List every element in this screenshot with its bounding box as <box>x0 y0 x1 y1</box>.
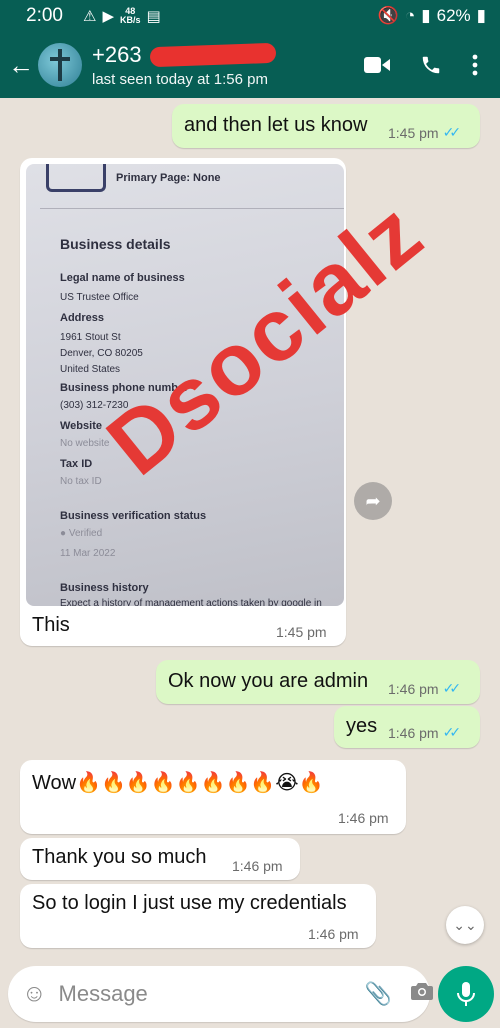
contact-name: +263 <box>92 42 142 67</box>
message-time: 1:45 pm <box>276 624 327 640</box>
attachment-icon[interactable]: 📎 <box>365 981 392 1007</box>
message-text: Wow🔥🔥🔥🔥🔥🔥🔥🔥😭🔥 <box>32 772 324 794</box>
contact-info[interactable]: +263 last seen today at 1:56 pm <box>92 42 364 88</box>
scroll-down-icon[interactable]: ⌄⌄ <box>446 906 484 944</box>
chat-area[interactable]: and then let us know 1:45 pm ✓✓ Primary … <box>0 98 500 960</box>
chat-header: ← +263 last seen today at 1:56 pm <box>0 32 500 98</box>
camera-icon[interactable] <box>410 981 434 1007</box>
message-text: So to login I just use my credentials <box>32 892 347 914</box>
message-bubble-incoming[interactable]: Thank you so much 1:46 pm <box>20 838 300 880</box>
message-time: 1:46 pm <box>232 858 283 874</box>
message-text: Ok now you are admin <box>168 670 369 692</box>
back-arrow-icon[interactable]: ← <box>0 50 38 81</box>
read-receipt-icon: ✓✓ <box>442 124 462 140</box>
message-time: 1:46 pm <box>338 810 389 826</box>
warning-icon: ⚠ <box>82 8 97 25</box>
read-receipt-icon: ✓✓ <box>442 724 462 740</box>
emoji-icon[interactable]: ☺ <box>22 980 47 1008</box>
voice-call-icon[interactable] <box>420 54 442 76</box>
mic-button[interactable] <box>438 966 494 1022</box>
status-time: 2:00 <box>26 5 63 26</box>
video-call-notification-icon: ▶ <box>102 8 114 25</box>
microphone-icon <box>457 982 475 1006</box>
contact-avatar[interactable] <box>38 43 82 87</box>
message-input[interactable] <box>58 981 347 1007</box>
message-time: 1:46 pm <box>388 724 439 741</box>
message-time: 1:46 pm <box>308 926 359 942</box>
forward-icon[interactable]: ➦ <box>354 482 392 520</box>
message-bubble-outgoing[interactable]: Ok now you are admin 1:46 pm ✓✓ <box>156 660 480 704</box>
message-text: yes <box>346 715 378 737</box>
battery-percentage: 62% <box>436 6 471 25</box>
image-notification-icon: ▤ <box>146 8 161 25</box>
signal-icon: ▮ <box>421 6 431 25</box>
message-bubble-incoming[interactable]: So to login I just use my credentials 1:… <box>20 884 376 948</box>
last-seen: last seen today at 1:56 pm <box>92 71 268 88</box>
message-text: Thank you so much <box>32 846 207 868</box>
video-call-icon[interactable] <box>364 56 390 74</box>
read-receipt-icon: ✓✓ <box>442 680 462 696</box>
image-caption: This <box>32 614 70 636</box>
message-time: 1:45 pm <box>388 124 439 141</box>
status-bar: 2:00 ⚠ ▶ 48 KB/s ▤ 🔇 ◔ ▮ 62% ▮ <box>0 0 500 32</box>
more-options-icon[interactable] <box>472 54 478 76</box>
battery-icon: ▮ <box>476 6 486 25</box>
redaction-mark <box>149 42 276 68</box>
message-field: ☺ 📎 <box>8 966 433 1022</box>
message-time: 1:46 pm <box>388 680 439 697</box>
mute-icon: 🔇 <box>377 6 399 25</box>
message-bubble-outgoing[interactable]: and then let us know 1:45 pm ✓✓ <box>172 104 480 148</box>
network-speed: 48 KB/s <box>119 6 141 25</box>
message-bubble-outgoing[interactable]: yes 1:46 pm ✓✓ <box>334 706 480 748</box>
wifi-icon: ◔ <box>404 6 416 25</box>
message-bubble-incoming[interactable]: Wow🔥🔥🔥🔥🔥🔥🔥🔥😭🔥 1:46 pm <box>20 760 406 834</box>
input-bar: ☺ 📎 <box>0 960 500 1028</box>
message-text: and then let us know <box>184 114 368 136</box>
